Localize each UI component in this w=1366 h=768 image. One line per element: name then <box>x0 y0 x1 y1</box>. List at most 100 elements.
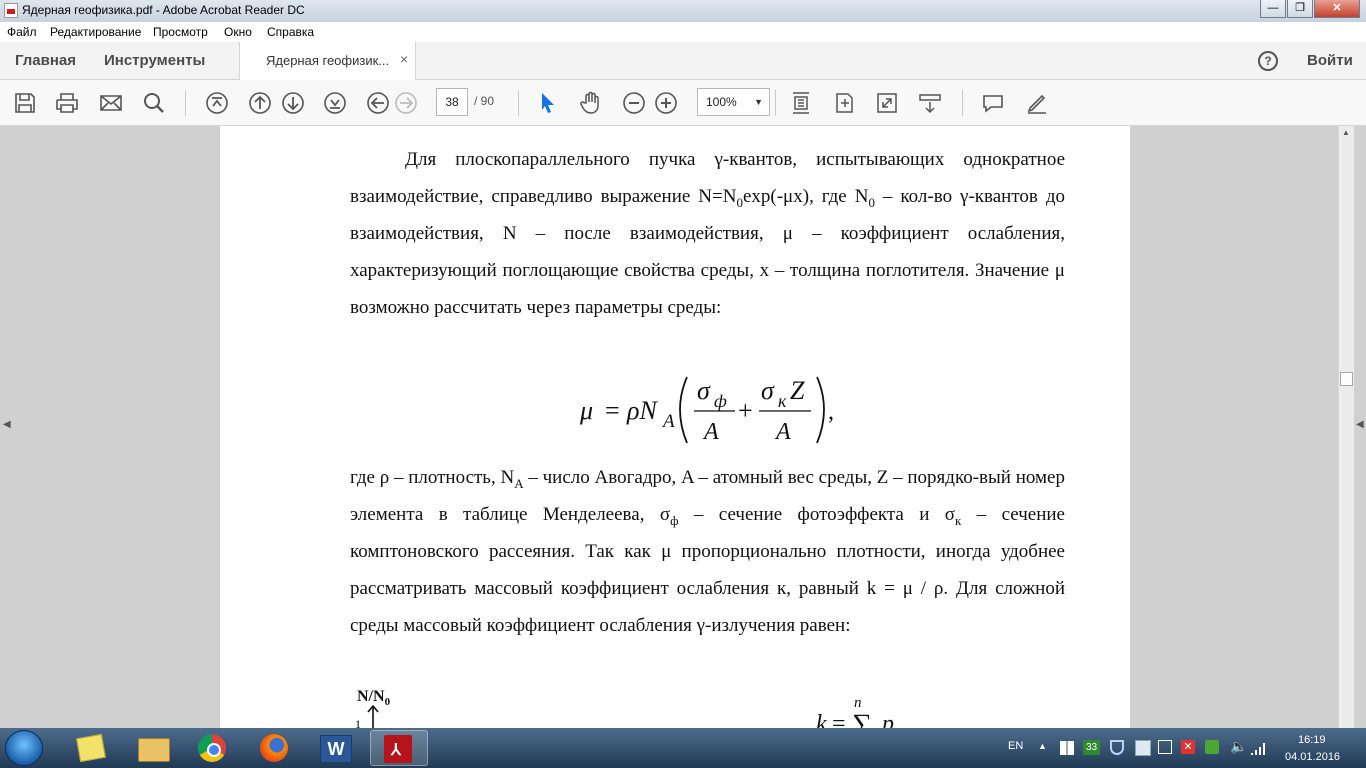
rotate-icon[interactable] <box>832 91 856 115</box>
menu-window[interactable]: Окно <box>224 25 252 39</box>
show-hidden-icons-icon[interactable]: ▲ <box>1038 741 1047 751</box>
scrollbar-thumb[interactable] <box>1340 372 1353 386</box>
mu-formula: μ = ρN A σ ф A + σ к Z A , <box>579 376 834 445</box>
svg-text:к: к <box>778 391 787 411</box>
chrome-icon[interactable] <box>184 730 242 766</box>
select-cursor-icon[interactable] <box>536 91 560 115</box>
forward-icon[interactable] <box>394 91 418 115</box>
sum-formula: n k = ∑ p <box>816 695 894 728</box>
menu-file[interactable]: Файл <box>7 25 37 39</box>
file-explorer-icon[interactable] <box>124 730 182 766</box>
tab-row: Главная Инструменты Ядерная геофизик... … <box>0 42 1366 80</box>
tab-document[interactable]: Ядерная геофизик... × <box>239 42 416 80</box>
svg-text:k: k <box>816 711 827 728</box>
text-run: exp(-μx), где N <box>742 186 869 207</box>
tab-close-icon[interactable]: × <box>400 51 408 67</box>
prev-page-icon[interactable] <box>248 91 272 115</box>
fullscreen-icon[interactable] <box>875 91 899 115</box>
menu-help[interactable]: Справка <box>267 25 314 39</box>
notification-icon[interactable]: ✕ <box>1181 740 1195 754</box>
menu-edit[interactable]: Редактирование <box>50 25 141 39</box>
start-button[interactable] <box>5 730 43 766</box>
svg-text:+: + <box>738 396 753 425</box>
page-number-input[interactable]: 38 <box>436 88 468 116</box>
title-bar: Ядерная геофизика.pdf - Adobe Acrobat Re… <box>0 0 1366 22</box>
network-icon[interactable] <box>1158 740 1172 754</box>
close-button[interactable]: ✕ <box>1314 0 1360 18</box>
text-run: – сечение фотоэффекта и σ <box>678 504 956 525</box>
firefox-icon[interactable] <box>246 730 304 766</box>
left-panel-toggle-icon[interactable]: ◀ <box>3 419 11 430</box>
back-icon[interactable] <box>366 91 390 115</box>
signal-icon[interactable] <box>1250 740 1266 756</box>
zoom-value: 100% <box>706 95 737 109</box>
comment-icon[interactable] <box>981 91 1005 115</box>
highlight-icon[interactable] <box>1025 91 1049 115</box>
toolbar <box>0 80 1366 126</box>
svg-text:Z: Z <box>790 376 805 405</box>
toolbar-separator <box>962 90 963 116</box>
svg-text:μ: μ <box>579 396 593 425</box>
svg-text:ρN: ρN <box>626 396 658 425</box>
paragraph-2: где ρ – плотность, NA – число Авогадро, … <box>350 459 1065 644</box>
tray-badge[interactable]: 33 <box>1083 740 1100 755</box>
scroll-up-icon[interactable]: ▲ <box>1342 128 1350 137</box>
svg-text:A: A <box>774 419 791 445</box>
svg-text:ф: ф <box>714 391 727 411</box>
svg-text:=: = <box>605 396 620 425</box>
page-total: / 90 <box>474 94 495 108</box>
subscript-text: A <box>514 475 524 491</box>
svg-text:A: A <box>661 411 675 432</box>
paragraph-1: Для плоскопараллельного пучка γ-квантов,… <box>350 141 1065 326</box>
sticky-notes-icon[interactable] <box>62 730 120 766</box>
svg-text:,: , <box>828 399 834 425</box>
maximize-button[interactable]: ❐ <box>1287 0 1313 18</box>
zoom-out-icon[interactable] <box>622 91 646 115</box>
language-indicator[interactable]: EN <box>1008 740 1023 752</box>
chevron-down-icon: ▼ <box>754 97 763 107</box>
zoom-in-icon[interactable] <box>654 91 678 115</box>
signin-button[interactable]: Войти <box>1307 52 1353 69</box>
text-run: где ρ – плотность, N <box>350 467 515 488</box>
document-area[interactable]: Для плоскопараллельного пучка γ-квантов,… <box>0 126 1366 728</box>
help-icon[interactable]: ? <box>1258 51 1278 71</box>
nvidia-icon[interactable] <box>1205 740 1219 754</box>
pdf-page: Для плоскопараллельного пучка γ-квантов,… <box>220 126 1130 728</box>
minimize-button[interactable]: — <box>1260 0 1286 18</box>
search-icon[interactable] <box>142 91 166 115</box>
acrobat-icon[interactable]: ⅄ <box>370 730 428 766</box>
svg-text:σ: σ <box>697 376 711 405</box>
svg-text:∑: ∑ <box>852 709 872 728</box>
next-page-icon[interactable] <box>281 91 305 115</box>
svg-text:σ: σ <box>761 376 775 405</box>
menu-view[interactable]: Просмотр <box>153 25 208 39</box>
first-page-icon[interactable] <box>205 91 229 115</box>
toolbar-separator <box>775 90 776 116</box>
acrobat-app-icon <box>4 3 18 18</box>
svg-text:A: A <box>702 419 719 445</box>
hand-tool-icon[interactable] <box>579 91 603 115</box>
scroll-mode-icon[interactable] <box>918 91 942 115</box>
zoom-select[interactable]: 100% ▼ <box>697 88 770 116</box>
word-icon[interactable]: W <box>308 730 366 766</box>
toolbar-separator <box>185 90 186 116</box>
fit-page-icon[interactable] <box>789 91 813 115</box>
vertical-scrollbar[interactable]: ▲ <box>1338 126 1354 728</box>
clock-time[interactable]: 16:19 <box>1298 734 1326 746</box>
tab-home[interactable]: Главная <box>15 52 76 69</box>
save-icon[interactable] <box>13 91 37 115</box>
right-panel-toggle-icon[interactable]: ◀ <box>1356 419 1364 430</box>
windows-flag-icon[interactable] <box>1060 741 1074 755</box>
shield-icon[interactable] <box>1110 740 1124 755</box>
svg-text:1: 1 <box>355 717 361 728</box>
volume-icon[interactable]: 🔈 <box>1230 738 1247 755</box>
email-icon[interactable] <box>99 91 123 115</box>
svg-text:=: = <box>832 711 846 728</box>
last-page-icon[interactable] <box>323 91 347 115</box>
update-icon[interactable] <box>1135 740 1151 756</box>
toolbar-separator <box>518 90 519 116</box>
print-icon[interactable] <box>55 91 79 115</box>
tab-tools[interactable]: Инструменты <box>104 52 205 69</box>
clock-date[interactable]: 04.01.2016 <box>1285 751 1340 763</box>
window-title: Ядерная геофизика.pdf - Adobe Acrobat Re… <box>22 3 305 17</box>
